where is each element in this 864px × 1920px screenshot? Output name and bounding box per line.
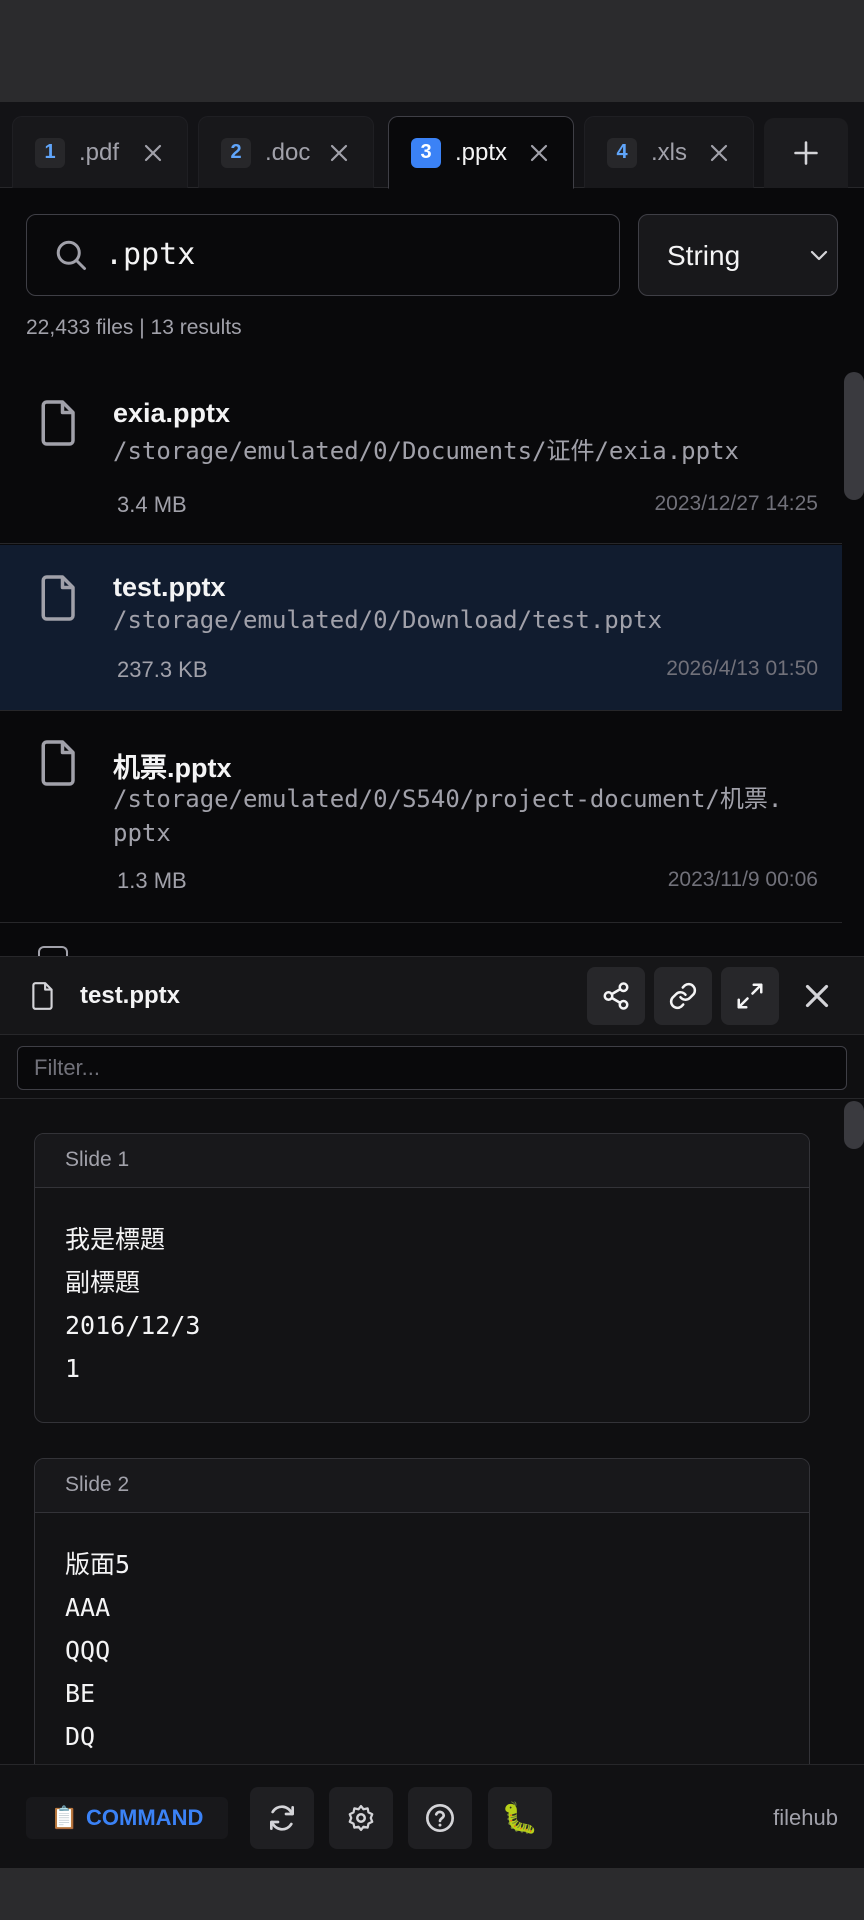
- result-path: /storage/emulated/0/S540/project-documen…: [113, 782, 833, 850]
- result-item[interactable]: 机票.pptx /storage/emulated/0/S540/project…: [0, 712, 842, 923]
- slide-card: Slide 1 我是標題 副標題 2016/12/3 1: [34, 1133, 810, 1423]
- preview-header: test.pptx: [0, 957, 864, 1035]
- result-size: 237.3 KB: [117, 657, 208, 682]
- slide-header: Slide 1: [35, 1134, 809, 1188]
- file-icon: [41, 740, 75, 786]
- preview-title: test.pptx: [80, 982, 181, 1009]
- slide-text-line: AAA: [65, 1593, 111, 1622]
- share-button[interactable]: [587, 967, 645, 1025]
- share-icon: [603, 982, 629, 1010]
- refresh-button[interactable]: [250, 1787, 314, 1849]
- file-icon: [41, 400, 75, 446]
- system-nav-bar: [0, 1868, 864, 1920]
- tab-doc[interactable]: 2 .doc: [198, 116, 374, 188]
- result-path-line2: pptx: [113, 819, 171, 847]
- result-size: 1.3 MB: [117, 868, 187, 893]
- slide-text-line: 我是標題: [65, 1225, 166, 1254]
- expand-icon: [737, 983, 763, 1009]
- tab-xls[interactable]: 4 .xls: [584, 116, 754, 188]
- clipboard-icon: 📋: [50, 1805, 79, 1830]
- tab-pdf[interactable]: 1 .pdf: [12, 116, 188, 188]
- settings-button[interactable]: [329, 1787, 393, 1849]
- file-icon: [38, 946, 68, 956]
- bug-icon: 🐛: [501, 1801, 539, 1835]
- result-name: 机票.pptx: [113, 753, 232, 783]
- slide-text-line: DQ: [65, 1722, 96, 1751]
- gear-icon: [348, 1805, 374, 1831]
- tab-number: 1: [35, 137, 65, 168]
- tab-number: 3: [411, 137, 441, 168]
- system-status-bar: [0, 0, 864, 102]
- preview-scrollbar[interactable]: [844, 1101, 864, 1149]
- result-path: /storage/emulated/0/Download/test.pptx: [113, 606, 663, 634]
- slide-text-line: 副標題: [65, 1268, 141, 1297]
- results-scrollbar[interactable]: [844, 372, 864, 500]
- close-icon[interactable]: [707, 141, 731, 165]
- plus-icon: [794, 141, 818, 165]
- chevron-down-icon: [810, 250, 828, 261]
- result-name: test.pptx: [113, 572, 226, 602]
- file-icon: [41, 575, 75, 621]
- expand-button[interactable]: [721, 967, 779, 1025]
- tab-label: .xls: [651, 138, 687, 166]
- close-icon[interactable]: [527, 141, 551, 165]
- result-date: 2026/4/13 01:50: [666, 657, 818, 680]
- result-path: /storage/emulated/0/Documents/证件/exia.pp…: [113, 437, 739, 465]
- close-icon[interactable]: [327, 141, 351, 165]
- slide-header: Slide 2: [35, 1459, 809, 1513]
- app-brand: filehub: [773, 1805, 838, 1830]
- search-mode-value: String: [667, 240, 741, 271]
- preview-panel: test.pptx Slide 1: [0, 956, 864, 1778]
- slide-body: 我是標題 副標題 2016/12/3 1: [35, 1188, 809, 1390]
- slide-text-line: QQQ: [65, 1636, 111, 1665]
- slide-body: 版面5 AAA QQQ BE DQ: [35, 1513, 809, 1758]
- file-icon: [32, 982, 53, 1010]
- result-size: 3.4 MB: [117, 492, 187, 517]
- command-label: COMMAND: [86, 1805, 204, 1830]
- link-icon: [669, 982, 697, 1010]
- slide-text-line: 1: [65, 1354, 81, 1383]
- result-item[interactable]: exia.pptx /storage/emulated/0/Documents/…: [0, 372, 842, 544]
- search-icon: [56, 240, 86, 270]
- tab-number: 2: [221, 137, 251, 168]
- command-button[interactable]: 📋 COMMAND: [26, 1797, 228, 1839]
- divider: [0, 1098, 864, 1099]
- result-path-line1: /storage/emulated/0/S540/project-documen…: [113, 785, 783, 813]
- search-input[interactable]: .pptx: [26, 214, 620, 296]
- refresh-icon: [270, 1805, 294, 1831]
- slide-text-line: 版面5: [65, 1550, 131, 1579]
- slide-text-line: BE: [65, 1679, 96, 1708]
- tab-label: .doc: [265, 138, 311, 166]
- add-tab-button[interactable]: [764, 118, 848, 188]
- help-button[interactable]: [408, 1787, 472, 1849]
- search-mode-select[interactable]: String: [638, 214, 838, 296]
- result-date: 2023/11/9 00:06: [667, 868, 818, 891]
- tab-pptx[interactable]: 3 .pptx: [388, 116, 574, 189]
- slide-card: Slide 2 版面5 AAA QQQ BE DQ: [34, 1458, 810, 1778]
- tab-label: .pptx: [455, 138, 508, 166]
- tab-label: .pdf: [79, 138, 120, 166]
- result-item-selected[interactable]: test.pptx /storage/emulated/0/Download/t…: [0, 545, 842, 711]
- result-name: exia.pptx: [113, 398, 231, 428]
- slide-text-line: 2016/12/3: [65, 1311, 201, 1340]
- results-summary: 22,433 files | 13 results: [26, 316, 242, 339]
- tab-bar: 1 .pdf 2 .doc 3 .pptx 4 .xls: [0, 102, 864, 189]
- filter-input[interactable]: [17, 1046, 847, 1090]
- help-icon: [426, 1804, 454, 1832]
- debug-button[interactable]: 🐛: [488, 1787, 552, 1849]
- close-icon[interactable]: [141, 141, 165, 165]
- copy-link-button[interactable]: [654, 967, 712, 1025]
- result-date: 2023/12/27 14:25: [654, 492, 819, 515]
- search-query: .pptx: [105, 237, 196, 272]
- tab-number: 4: [607, 137, 637, 168]
- close-icon[interactable]: [798, 977, 836, 1015]
- footer-toolbar: 📋 COMMAND 🐛 filehub: [0, 1764, 864, 1868]
